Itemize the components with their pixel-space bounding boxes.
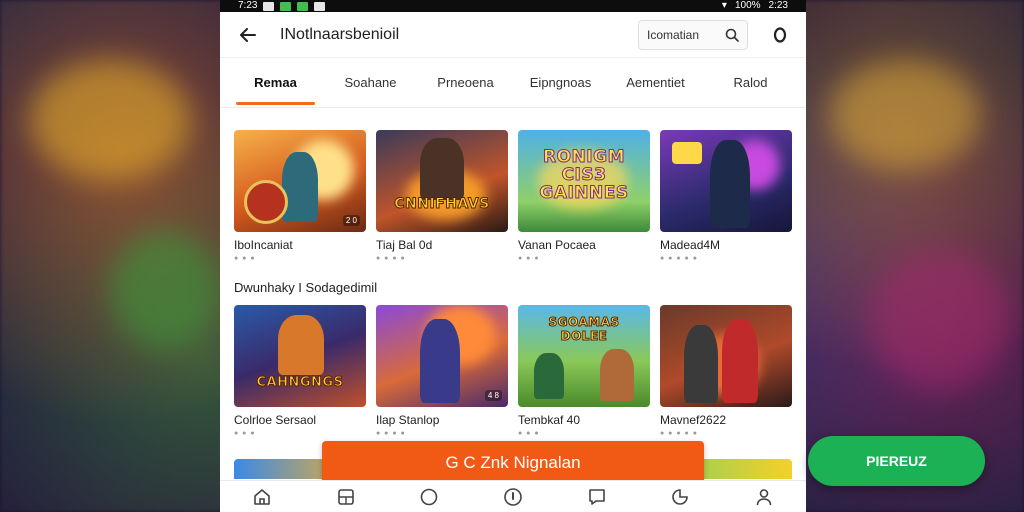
search-box[interactable]: Icomatian [638, 19, 748, 50]
rating-dots: ● ● ● ● [376, 430, 406, 437]
game-thumbnail: CNNIFHAVS [376, 130, 508, 232]
nav-home[interactable] [239, 482, 285, 512]
nav-profile[interactable] [741, 482, 787, 512]
battery-level: 100% [734, 0, 761, 11]
game-thumbnail [660, 130, 792, 232]
game-badge: 4 8 [484, 390, 502, 401]
circle-icon [420, 488, 438, 505]
tab-prneoena[interactable]: Prneoena [418, 58, 513, 107]
message-icon [588, 488, 605, 505]
nav-stats[interactable] [657, 482, 703, 512]
game-title: Ilap Stanlop [376, 413, 440, 427]
search-icon [725, 28, 739, 42]
rating-dots: ● ● ● [518, 430, 540, 437]
game-title: Colrloe Sersaol [234, 413, 317, 427]
game-badge: 2 0 [342, 215, 360, 226]
arrow-left-icon [240, 27, 256, 42]
info-icon [504, 487, 522, 506]
back-button[interactable] [236, 23, 260, 47]
side-action-button[interactable]: PIEREUZ [808, 436, 985, 486]
game-row: 2 0 IboIncaniat ● ● ● CNNIFHAVS Tiaj Bal… [234, 130, 792, 262]
game-thumbnail [660, 305, 792, 407]
wifi-icon: ▾ [721, 0, 727, 11]
game-thumbnail: RONIGM CIS3 GAINNES [518, 130, 650, 232]
rating-dots: ● ● ● ● ● [660, 430, 698, 437]
tab-aementiet[interactable]: Aementiet [608, 58, 703, 107]
background-glow [830, 60, 980, 170]
background-glow [30, 60, 190, 180]
game-row: CAHNGNGS Colrloe Sersaol ● ● ● 4 8 Ilap … [234, 305, 792, 437]
game-logo: CNNIFHAVS [394, 196, 490, 213]
game-thumbnail: CAHNGNGS [234, 305, 366, 407]
nav-messages[interactable] [574, 482, 620, 512]
bottom-navigation [220, 480, 806, 512]
game-card[interactable]: Mavnef2622 ● ● ● ● ● [660, 305, 792, 437]
user-icon [756, 488, 772, 505]
game-thumbnail: 2 0 [234, 130, 366, 232]
phone-screen: 7:23 ▾ 100% 2:23 INotlnaarsbenioil Icoma… [220, 0, 806, 512]
status-bar: 7:23 ▾ 100% 2:23 [220, 0, 806, 12]
game-logo: CAHNGNGS [256, 375, 344, 391]
page-title: INotlnaarsbenioil [280, 25, 400, 43]
nav-info[interactable] [490, 482, 536, 512]
notification-icon [280, 1, 292, 11]
primary-action-button[interactable]: G C Znk Nignalan [322, 441, 704, 485]
section-title: Dwunhaky I Sodagedimil [234, 280, 378, 295]
game-title: Tembkaf 40 [518, 413, 581, 427]
category-tabs: Remaa Soahane Prneoena Eipngnoas Aementi… [220, 58, 806, 108]
game-card[interactable]: CAHNGNGS Colrloe Sersaol ● ● ● [234, 305, 366, 437]
rating-dots: ● ● ● ● ● [660, 255, 698, 262]
profile-button[interactable] [770, 25, 790, 45]
notification-icon [297, 1, 309, 11]
tab-remaa[interactable]: Remaa [228, 58, 323, 107]
nav-library[interactable] [323, 482, 369, 512]
home-icon [254, 488, 270, 505]
tab-soahane[interactable]: Soahane [323, 58, 418, 107]
rating-dots: ● ● ● [234, 255, 256, 262]
game-title: Tiaj Bal 0d [376, 238, 433, 252]
tab-eipngnoas[interactable]: Eipngnoas [513, 58, 608, 107]
background-glow [110, 230, 220, 350]
rating-dots: ● ● ● [234, 430, 256, 437]
game-card[interactable]: 2 0 IboIncaniat ● ● ● [234, 130, 366, 262]
app-bar: INotlnaarsbenioil Icomatian [220, 12, 806, 58]
status-clock: 2:23 [768, 0, 788, 11]
game-card[interactable]: RONIGM CIS3 GAINNES Vanan Pocaea ● ● ● [518, 130, 650, 262]
pie-chart-icon [672, 488, 689, 505]
tab-ralod[interactable]: Ralod [703, 58, 798, 107]
game-logo: RONIGM CIS3 GAINNES [539, 147, 629, 203]
grid-icon [337, 488, 354, 505]
game-card[interactable]: CNNIFHAVS Tiaj Bal 0d ● ● ● ● [376, 130, 508, 262]
rating-dots: ● ● ● ● [376, 255, 406, 262]
nav-explore[interactable] [406, 482, 452, 512]
game-card[interactable]: Madead4M ● ● ● ● ● [660, 130, 792, 262]
status-time: 7:23 [238, 0, 258, 11]
circle-icon [773, 26, 787, 43]
game-title: Vanan Pocaea [518, 238, 596, 252]
game-thumbnail: 4 8 [376, 305, 508, 407]
notification-icon [314, 1, 326, 11]
game-card[interactable]: 4 8 Ilap Stanlop ● ● ● ● [376, 305, 508, 437]
game-grid: 2 0 IboIncaniat ● ● ● CNNIFHAVS Tiaj Bal… [220, 130, 806, 479]
game-title: Madead4M [660, 238, 721, 252]
game-logo: SGOAMAS DOLEE [548, 315, 620, 344]
background-glow [870, 250, 1010, 390]
rating-dots: ● ● ● [518, 255, 540, 262]
game-title: IboIncaniat [234, 238, 293, 252]
search-label: Icomatian [647, 27, 700, 42]
game-title: Mavnef2622 [660, 413, 727, 427]
notification-icon [263, 1, 275, 11]
game-thumbnail: SGOAMAS DOLEE [518, 305, 650, 407]
game-card[interactable]: SGOAMAS DOLEE Tembkaf 40 ● ● ● [518, 305, 650, 437]
